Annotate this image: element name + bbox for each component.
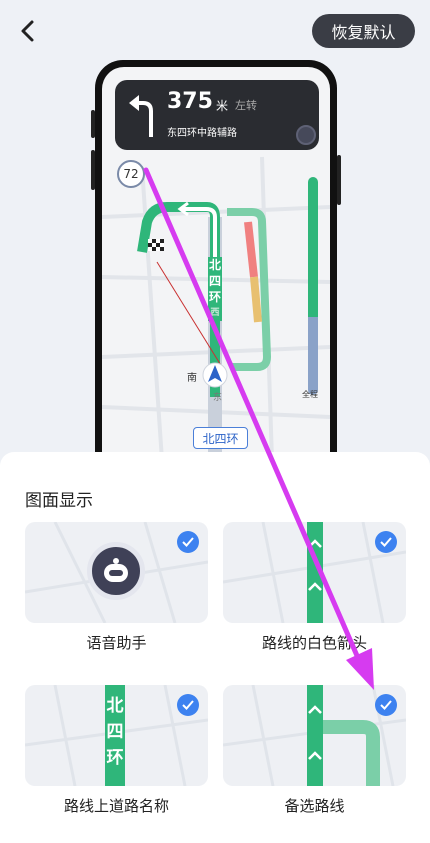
progress-label: 全程	[302, 390, 318, 399]
option-label: 路线的白色箭头	[261, 634, 367, 652]
voice-assistant-icon	[296, 125, 316, 145]
phone-side-button	[91, 150, 95, 190]
preview-area: 恢复默认 375 米 左转 东四环中路辅路 72 北 四 环 西 南 东 全程 …	[0, 0, 430, 460]
phone-side-button	[91, 110, 95, 138]
back-button[interactable]	[14, 14, 44, 48]
checkmark-icon	[375, 531, 397, 553]
checkmark-icon	[177, 694, 199, 716]
navigation-instruction-card: 375 米 左转 东四环中路辅路	[115, 80, 319, 150]
option-road-name-on-route[interactable]: 北 四 环	[25, 685, 208, 786]
turn-direction: 左转	[235, 99, 257, 112]
road-char: 环	[208, 290, 221, 304]
current-road-badge: 北四环	[193, 427, 248, 449]
distance-unit: 米	[216, 99, 229, 113]
road-name-vertical: 北 四 环 西	[208, 257, 222, 321]
panel-title: 图面显示	[25, 491, 93, 511]
checkmark-icon	[375, 694, 397, 716]
display-options-panel: 图面显示 语音助手 路线的白色箭头 北 四 环 路线上道路名称 备选路线	[0, 452, 430, 843]
map-screen: 375 米 左转 东四环中路辅路 72 北 四 环 西 南 东 全程 北四环	[102, 67, 330, 460]
robot-icon	[87, 542, 145, 600]
option-label: 路线上道路名称	[63, 797, 169, 815]
route-progress-bar	[308, 177, 318, 395]
road-name-vertical: 北 四 环	[105, 693, 125, 771]
reset-default-button[interactable]: 恢复默认	[312, 14, 415, 48]
option-label: 语音助手	[86, 634, 147, 652]
distance-value: 375	[167, 89, 213, 114]
speed-limit-badge: 72	[117, 160, 145, 188]
next-road-name: 东四环中路辅路	[167, 128, 237, 139]
phone-side-button	[337, 155, 341, 205]
option-alternative-routes[interactable]	[223, 685, 406, 786]
option-voice-assistant[interactable]	[25, 522, 208, 623]
chevron-left-icon	[21, 20, 34, 42]
option-route-white-arrow[interactable]	[223, 522, 406, 623]
phone-preview: 375 米 左转 东四环中路辅路 72 北 四 环 西 南 东 全程 北四环	[91, 60, 341, 460]
road-char: 北	[208, 258, 221, 272]
road-char: 环	[106, 748, 124, 768]
road-char: 四	[106, 722, 124, 742]
road-char: 西	[210, 308, 220, 318]
turn-left-icon	[129, 95, 153, 137]
road-char: 四	[208, 274, 221, 288]
road-char: 北	[106, 696, 124, 716]
compass-east: 东	[213, 393, 223, 403]
option-label: 备选路线	[284, 797, 345, 815]
compass-south: 南	[187, 373, 197, 384]
checkmark-icon	[177, 531, 199, 553]
